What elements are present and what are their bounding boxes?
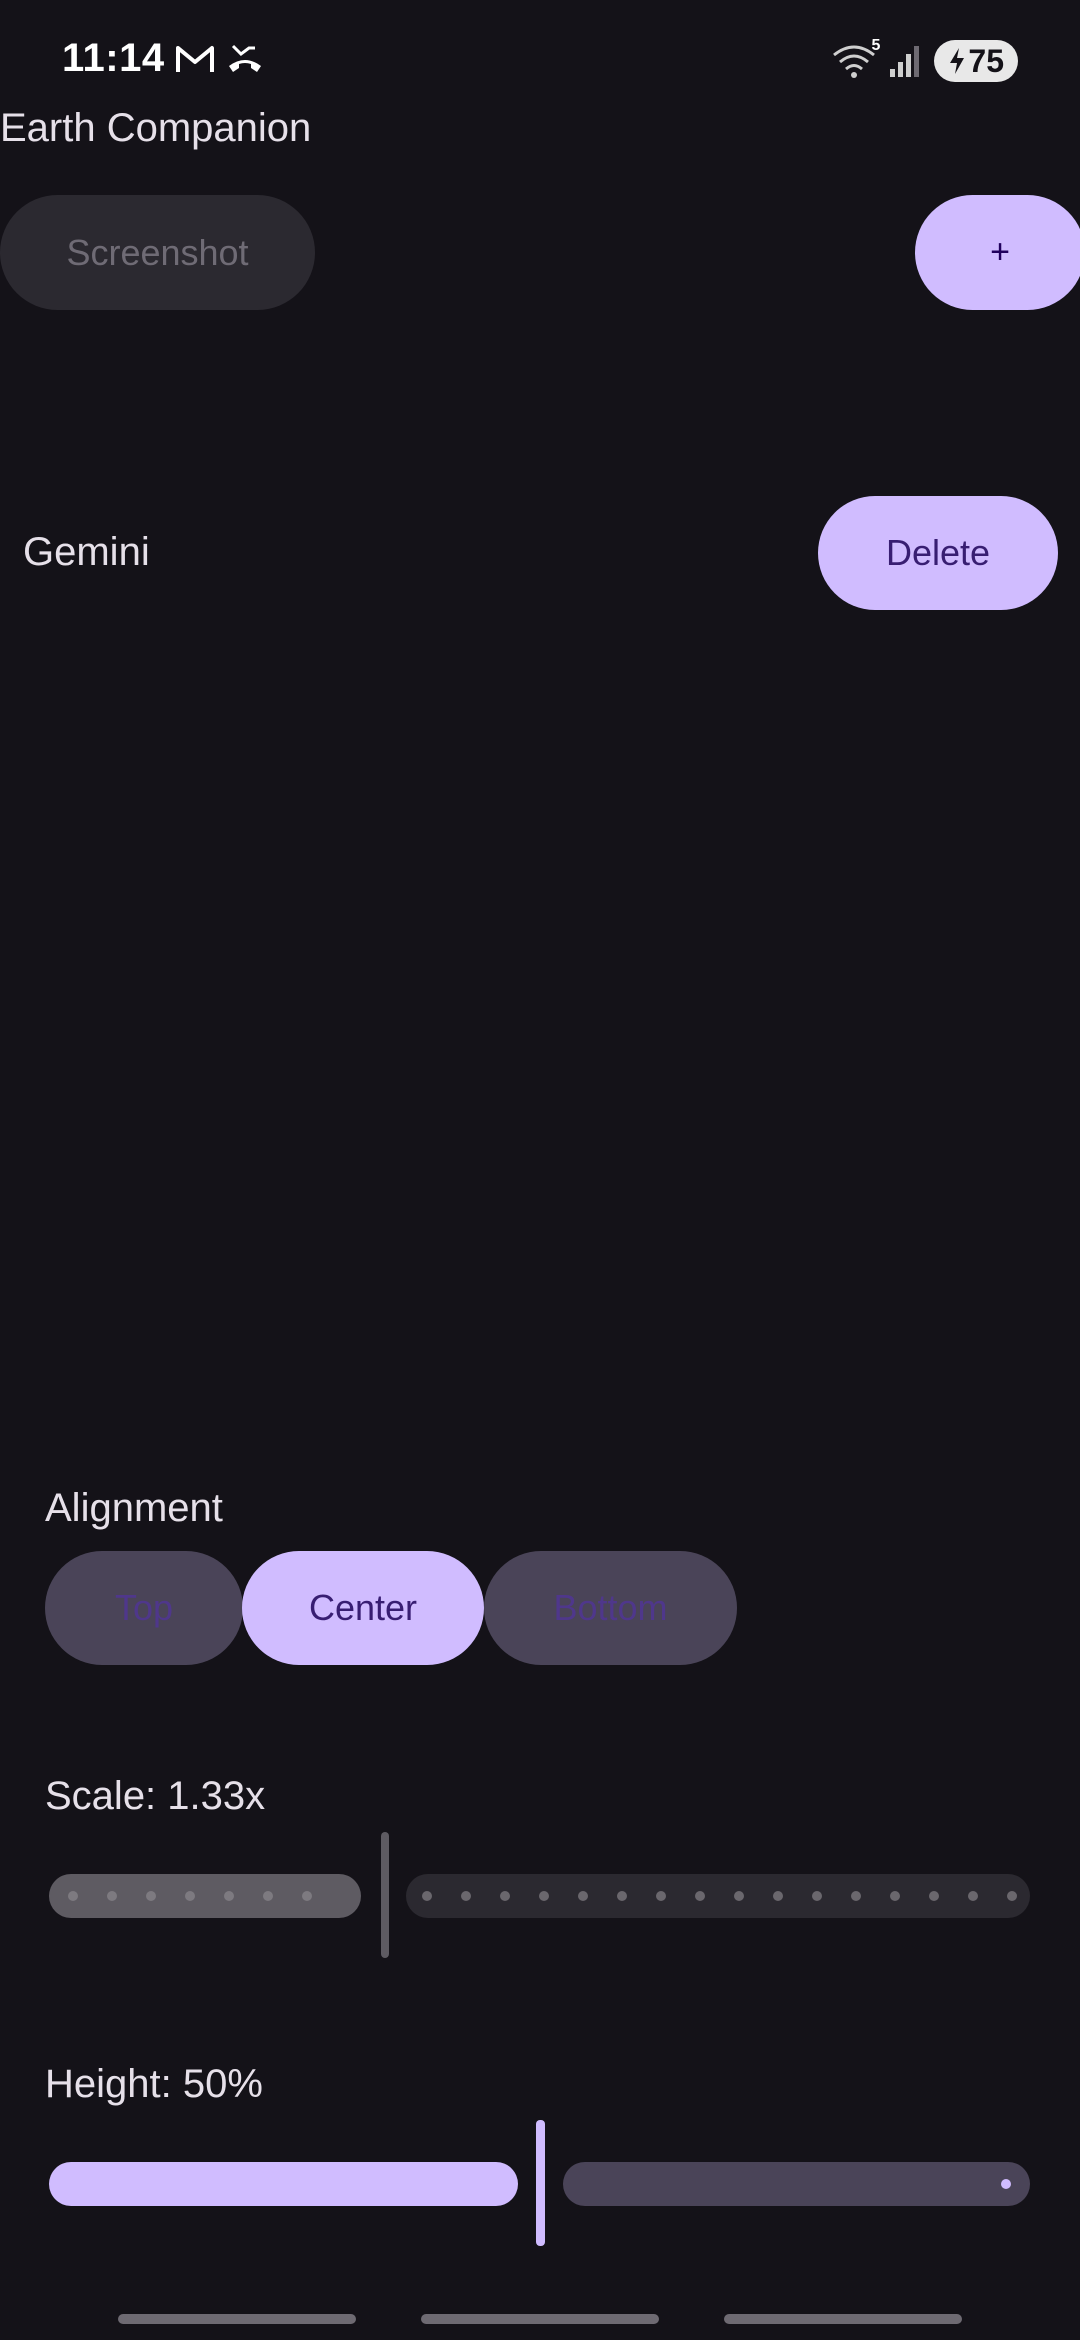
app-title: Earth Companion (0, 106, 312, 150)
screenshot-button[interactable]: Screenshot (0, 195, 315, 310)
scale-active-track (49, 1874, 361, 1918)
status-system-icons: 5 75 (832, 37, 1018, 82)
scale-tick-dot (968, 1891, 978, 1901)
alignment-top-button[interactable]: Top (45, 1551, 243, 1665)
scale-tick-dot (185, 1891, 195, 1901)
scale-tick-dot (422, 1891, 432, 1901)
scale-tick-dot (107, 1891, 117, 1901)
scale-tick-dot (302, 1891, 312, 1901)
height-inactive-track (563, 2162, 1030, 2206)
scale-label: Scale: 1.33x (45, 1774, 266, 1818)
nav-bar-center (421, 2314, 659, 2324)
scale-tick-dot (146, 1891, 156, 1901)
scale-tick-dot (656, 1891, 666, 1901)
scale-tick-dot (890, 1891, 900, 1901)
height-handle[interactable] (536, 2120, 545, 2246)
scale-slider[interactable] (49, 1832, 1030, 1958)
scale-tick-dot (539, 1891, 549, 1901)
scale-tick-dot (224, 1891, 234, 1901)
status-time: 11:14 (62, 36, 165, 80)
wifi-badge: 5 (871, 37, 881, 54)
scale-tick-dot (68, 1891, 78, 1901)
scale-tick-dot (617, 1891, 627, 1901)
scale-tick-dot (578, 1891, 588, 1901)
scale-tick-dot (773, 1891, 783, 1901)
alignment-center-button[interactable]: Center (242, 1551, 484, 1665)
nav-bar-left (118, 2314, 356, 2324)
scale-tick-dot (263, 1891, 273, 1901)
battery-icon: 75 (934, 40, 1018, 82)
scale-tick-dot (461, 1891, 471, 1901)
alignment-bottom-button[interactable]: Bottom (484, 1551, 737, 1665)
gmail-icon (176, 46, 214, 72)
height-slider[interactable] (49, 2120, 1030, 2246)
alignment-label: Alignment (45, 1486, 223, 1530)
scale-tick-dot (695, 1891, 705, 1901)
missed-call-icon (229, 44, 261, 72)
scale-tick-dot (500, 1891, 510, 1901)
status-notification-icons (175, 42, 265, 76)
scale-tick-dot (851, 1891, 861, 1901)
delete-button[interactable]: Delete (818, 496, 1058, 610)
height-label: Height: 50% (45, 2062, 263, 2106)
scale-tick-dot (812, 1891, 822, 1901)
item-name: Gemini (23, 530, 150, 574)
scale-tick-dot (929, 1891, 939, 1901)
height-end-dot (1001, 2179, 1011, 2189)
wifi-icon: 5 (832, 37, 880, 79)
signal-icon (890, 46, 920, 77)
scale-tick-dot (1007, 1891, 1017, 1901)
add-button[interactable]: + (915, 195, 1080, 310)
battery-level: 75 (968, 42, 1004, 79)
nav-bar-right (724, 2314, 962, 2324)
scale-tick-dot (734, 1891, 744, 1901)
charging-icon (950, 48, 965, 74)
scale-handle[interactable] (381, 1832, 389, 1958)
height-active-track (49, 2162, 518, 2206)
